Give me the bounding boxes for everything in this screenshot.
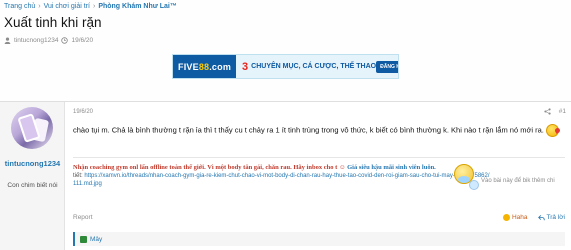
reply-icon [537, 215, 545, 221]
post-username[interactable]: tintucnong1234 [0, 159, 65, 168]
report-link[interactable]: Report [73, 214, 93, 221]
post-date[interactable]: 19/6/20 [73, 109, 93, 115]
banner-cta-button[interactable]: ĐĂNG KÝ NGAY [376, 60, 398, 73]
breadcrumb-home[interactable]: Trang chủ [4, 3, 35, 10]
user-title: Con chim biết nói [7, 182, 58, 189]
signature-link[interactable]: https://xamvn.io/threads/nhan-coach-gym-… [84, 173, 489, 179]
signature-text: Nhận coaching gym onl lấn offline toàn t… [73, 164, 436, 171]
post-footer: Report Haha Trả lời [73, 214, 565, 221]
post-body: chào tụi m. Chả là bình thường t rặn ỉa … [73, 124, 565, 137]
love-emoji-icon [545, 124, 559, 137]
breadcrumb: Trang chủ › Vui chơi giải trí › Phòng Kh… [4, 3, 177, 10]
thread-author[interactable]: tintucnong1234 [14, 37, 58, 44]
breadcrumb-forum[interactable]: Phòng Khám Như Lai™ [98, 3, 177, 10]
like-icon [80, 235, 87, 243]
user-icon [4, 37, 11, 44]
reactions-bar[interactable]: Mây [73, 232, 565, 246]
reply-button[interactable]: Trả lời [537, 214, 565, 221]
post-actions: #1 [544, 108, 566, 115]
post-user-column: tintucnong1234 Con chim biết nói [0, 102, 65, 250]
share-icon[interactable] [544, 108, 551, 115]
thread-date[interactable]: 19/6/20 [71, 37, 93, 44]
post-number[interactable]: #1 [559, 108, 566, 115]
reaction-button[interactable]: Haha [502, 214, 528, 221]
breadcrumb-category[interactable]: Vui chơi giải trí [44, 3, 90, 10]
clock-icon [61, 37, 69, 44]
banner-promo: 3 CHUYÊN MỤC, CÁ CƯỢC, THỂ THAO [242, 60, 377, 73]
breadcrumb-separator: › [92, 3, 96, 10]
avatar[interactable] [11, 107, 53, 149]
page-title: Xuất tinh khi rặn [4, 15, 102, 30]
reactions-user[interactable]: Mây [90, 236, 102, 243]
banner-logo: FIVE 88 .com [173, 55, 237, 78]
signature-note: Vào bài này để bik thêm chi [481, 178, 555, 184]
signature: Nhận coaching gym onl lấn offline toàn t… [73, 157, 565, 190]
thread-meta: tintucnong1234 19/6/20 [4, 37, 93, 44]
cold-emoji-small-icon [469, 180, 479, 190]
breadcrumb-separator: › [38, 3, 41, 10]
banner-ad[interactable]: FIVE 88 .com 3 CHUYÊN MỤC, CÁ CƯỢC, THỂ TH… [172, 54, 399, 79]
post: tintucnong1234 Con chim biết nói 19/6/20… [0, 101, 571, 250]
haha-icon [502, 214, 510, 221]
